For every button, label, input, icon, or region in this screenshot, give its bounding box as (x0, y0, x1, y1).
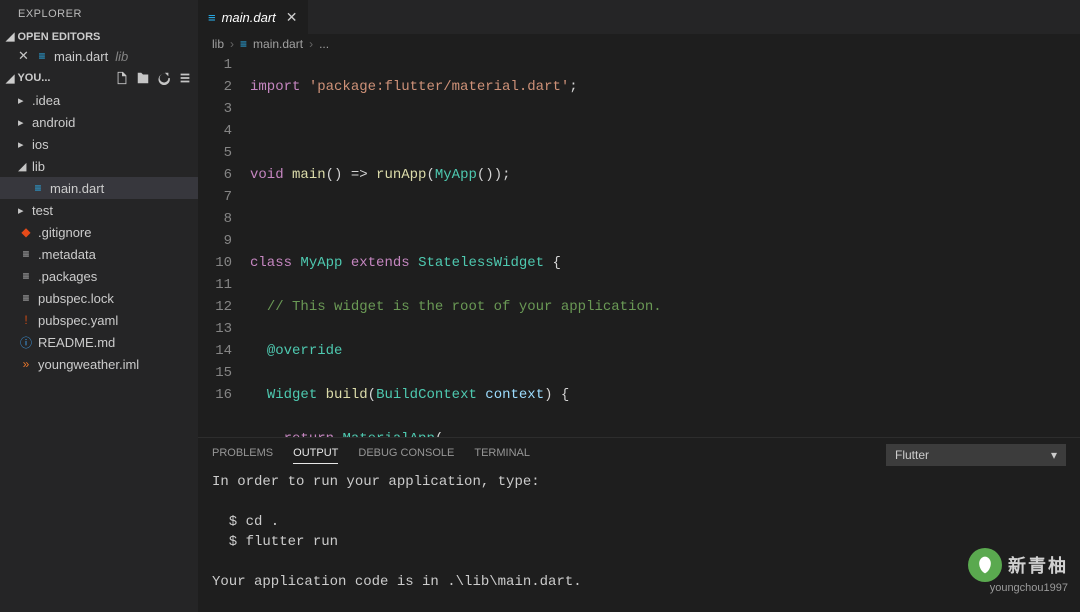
breadcrumb-lib[interactable]: lib (212, 37, 224, 51)
main-area: ≡ main.dart ✕ lib › ≡ main.dart › ... 12… (198, 0, 1080, 612)
project-label: YOU... (17, 72, 50, 84)
file-pubspec-yaml[interactable]: ! pubspec.yaml (0, 309, 198, 331)
open-editor-folder: lib (115, 49, 128, 64)
project-header[interactable]: ◢ YOU... (0, 67, 198, 89)
output-line: $ flutter run (212, 534, 338, 550)
output-line: $ cd . (212, 514, 279, 530)
chevron-right-icon: › (309, 37, 313, 51)
dart-file-icon: ≡ (30, 181, 46, 195)
bottom-panel: PROBLEMS OUTPUT DEBUG CONSOLE TERMINAL F… (198, 437, 1080, 612)
folder-label: .idea (32, 93, 60, 108)
file-label: pubspec.yaml (38, 313, 118, 328)
chevron-down-icon: ◢ (6, 72, 14, 85)
git-file-icon: ◆ (18, 225, 34, 239)
code-content[interactable]: import 'package:flutter/material.dart'; … (250, 54, 1080, 437)
code-editor[interactable]: 1234 5678 9101112 13141516 import 'packa… (198, 54, 1080, 437)
xml-file-icon: » (18, 357, 34, 371)
tab-problems[interactable]: PROBLEMS (212, 447, 273, 463)
file-label: README.md (38, 335, 115, 350)
watermark: 新青柚 youngchou1997 (968, 548, 1068, 594)
file-label: pubspec.lock (38, 291, 114, 306)
folder-label: ios (32, 137, 49, 152)
line-gutter: 1234 5678 9101112 13141516 (198, 54, 250, 437)
open-editors-header[interactable]: ◢ OPEN EDITORS (0, 28, 198, 45)
file-label: .metadata (38, 247, 96, 262)
chevron-right-icon: ▸ (18, 204, 28, 217)
folder-android[interactable]: ▸ android (0, 111, 198, 133)
folder-label: lib (32, 159, 45, 174)
folder-label: android (32, 115, 75, 130)
info-file-icon: ⓘ (18, 334, 34, 351)
dart-file-icon: ≡ (34, 49, 50, 63)
folder-test[interactable]: ▸ test (0, 199, 198, 221)
watermark-logo-icon (968, 548, 1002, 582)
dart-file-icon: ≡ (240, 37, 247, 51)
file-packages[interactable]: ≡ .packages (0, 265, 198, 287)
explorer-title: EXPLORER (0, 0, 198, 28)
yaml-file-icon: ! (18, 313, 34, 327)
file-label: .gitignore (38, 225, 91, 240)
chevron-right-icon: ▸ (18, 138, 28, 151)
output-line: In order to run your application, type: (212, 474, 540, 490)
folder-idea[interactable]: ▸ .idea (0, 89, 198, 111)
folder-ios[interactable]: ▸ ios (0, 133, 198, 155)
file-readme[interactable]: ⓘ README.md (0, 331, 198, 353)
dropdown-icon: ▾ (1051, 448, 1057, 462)
file-label: main.dart (50, 181, 104, 196)
folder-lib[interactable]: ◢ lib (0, 155, 198, 177)
chevron-right-icon: ▸ (18, 94, 28, 107)
new-file-icon[interactable] (113, 69, 131, 87)
file-pubspec-lock[interactable]: ≡ pubspec.lock (0, 287, 198, 309)
output-channel-value: Flutter (895, 448, 929, 462)
output-line: Your application code is in .\lib\main.d… (212, 574, 582, 590)
chevron-right-icon: ▸ (18, 116, 28, 129)
open-editor-item[interactable]: ✕ ≡ main.dart lib (0, 45, 198, 67)
tab-main-dart[interactable]: ≡ main.dart ✕ (198, 0, 309, 34)
tab-debug-console[interactable]: DEBUG CONSOLE (358, 447, 454, 463)
watermark-title: 新青柚 (1008, 552, 1068, 578)
folder-label: test (32, 203, 53, 218)
breadcrumb[interactable]: lib › ≡ main.dart › ... (198, 34, 1080, 54)
breadcrumb-more[interactable]: ... (319, 37, 329, 51)
dart-file-icon: ≡ (208, 10, 216, 25)
collapse-all-icon[interactable] (176, 69, 194, 87)
output-channel-select[interactable]: Flutter ▾ (886, 444, 1066, 466)
explorer-sidebar: EXPLORER ◢ OPEN EDITORS ✕ ≡ main.dart li… (0, 0, 198, 612)
open-editors-label: OPEN EDITORS (17, 31, 100, 43)
watermark-subtitle: youngchou1997 (968, 582, 1068, 594)
close-icon[interactable]: ✕ (18, 48, 30, 64)
text-file-icon: ≡ (18, 291, 34, 305)
chevron-down-icon: ◢ (18, 160, 28, 173)
tab-label: main.dart (222, 10, 276, 25)
file-label: .packages (38, 269, 97, 284)
chevron-down-icon: ◢ (6, 30, 14, 43)
text-file-icon: ≡ (18, 247, 34, 261)
file-main-dart[interactable]: ≡ main.dart (0, 177, 198, 199)
refresh-icon[interactable] (155, 69, 173, 87)
file-label: youngweather.iml (38, 357, 139, 372)
breadcrumb-file[interactable]: main.dart (253, 37, 303, 51)
file-iml[interactable]: » youngweather.iml (0, 353, 198, 375)
file-metadata[interactable]: ≡ .metadata (0, 243, 198, 265)
new-folder-icon[interactable] (134, 69, 152, 87)
output-body[interactable]: In order to run your application, type: … (198, 468, 1080, 612)
open-editor-filename: main.dart (54, 49, 108, 64)
text-file-icon: ≡ (18, 269, 34, 283)
panel-tabs: PROBLEMS OUTPUT DEBUG CONSOLE TERMINAL F… (198, 438, 1080, 468)
chevron-right-icon: › (230, 37, 234, 51)
close-tab-icon[interactable]: ✕ (286, 9, 298, 26)
file-gitignore[interactable]: ◆ .gitignore (0, 221, 198, 243)
editor-tabs: ≡ main.dart ✕ (198, 0, 1080, 34)
tab-output[interactable]: OUTPUT (293, 447, 338, 464)
tab-terminal[interactable]: TERMINAL (474, 447, 530, 463)
